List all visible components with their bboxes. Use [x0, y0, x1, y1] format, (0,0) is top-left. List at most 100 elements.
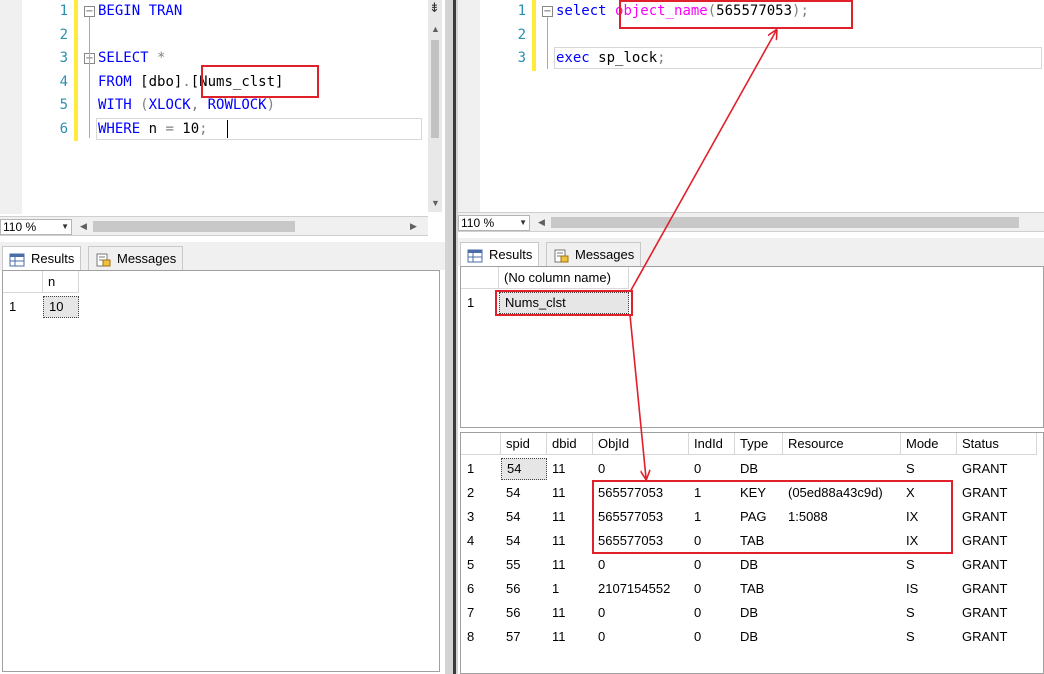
grid-cell[interactable]: 565577053 — [593, 505, 689, 529]
grid-cell[interactable]: IS — [901, 577, 957, 601]
grid-cell[interactable]: 56 — [501, 577, 547, 601]
grid-cell[interactable]: 0 — [689, 529, 735, 553]
grid-cell[interactable]: 0 — [689, 625, 735, 649]
grid-cell[interactable]: 11 — [547, 625, 593, 649]
left-results-grid[interactable]: n 1 10 — [2, 270, 440, 672]
left-query-editor[interactable]: 1−BEGIN TRAN23−SELECT *4FROM [dbo].[Nums… — [0, 0, 428, 214]
tab-messages[interactable]: Messages — [88, 246, 184, 270]
grid-cell[interactable]: S — [901, 553, 957, 577]
grid-cell[interactable]: GRANT — [957, 481, 1037, 505]
grid-cell[interactable]: 0 — [593, 457, 689, 481]
grid-cell[interactable]: DB — [735, 553, 783, 577]
grid-cell[interactable]: 0 — [593, 553, 689, 577]
grid-cell[interactable]: S — [901, 625, 957, 649]
column-header[interactable]: ObjId — [593, 433, 689, 455]
column-header[interactable]: Type — [735, 433, 783, 455]
grid-cell[interactable]: Nums_clst — [499, 292, 629, 314]
grid-cell[interactable] — [783, 625, 901, 649]
row-number[interactable]: 1 — [461, 291, 499, 315]
tab-messages[interactable]: Messages — [546, 242, 642, 266]
grid-cell[interactable]: 0 — [593, 625, 689, 649]
column-header[interactable]: Resource — [783, 433, 901, 455]
grid-cell[interactable]: DB — [735, 601, 783, 625]
row-number[interactable]: 1 — [3, 295, 43, 319]
row-number[interactable]: 6 — [461, 577, 501, 601]
scroll-thumb[interactable] — [431, 40, 439, 138]
column-header[interactable]: spid — [501, 433, 547, 455]
grid-cell[interactable]: 57 — [501, 625, 547, 649]
grid-cell[interactable]: TAB — [735, 529, 783, 553]
grid-cell[interactable]: GRANT — [957, 457, 1037, 481]
grid-cell[interactable]: 56 — [501, 601, 547, 625]
zoom-select[interactable]: 110 % ▼ — [0, 219, 72, 235]
grid-cell[interactable]: S — [901, 457, 957, 481]
grid-cell[interactable]: 55 — [501, 553, 547, 577]
column-header[interactable]: Mode — [901, 433, 957, 455]
grid-cell[interactable]: 0 — [593, 601, 689, 625]
grid-cell[interactable]: 0 — [689, 577, 735, 601]
grid-cell[interactable]: KEY — [735, 481, 783, 505]
grid-cell[interactable]: 1 — [689, 505, 735, 529]
left-editor-vscrollbar[interactable]: ⇟ ▲ ▼ — [428, 0, 442, 212]
grid-cell[interactable] — [783, 529, 901, 553]
grid-cell[interactable] — [783, 553, 901, 577]
split-icon[interactable]: ⇟ — [429, 0, 440, 16]
tab-results[interactable]: Results — [2, 246, 82, 270]
grid-cell[interactable]: 0 — [689, 553, 735, 577]
grid-cell[interactable]: 54 — [501, 481, 547, 505]
collapse-icon[interactable]: − — [84, 6, 95, 17]
scroll-right-icon[interactable]: ▶ — [410, 221, 417, 232]
grid-cell[interactable]: PAG — [735, 505, 783, 529]
grid-cell[interactable]: 10 — [43, 296, 79, 318]
grid-cell[interactable]: X — [901, 481, 957, 505]
row-number[interactable]: 1 — [461, 457, 501, 481]
grid-cell[interactable]: 2107154552 — [593, 577, 689, 601]
row-number[interactable]: 7 — [461, 601, 501, 625]
grid-cell[interactable]: GRANT — [957, 553, 1037, 577]
grid-cell[interactable]: (05ed88a43c9d) — [783, 481, 901, 505]
grid-cell[interactable]: GRANT — [957, 625, 1037, 649]
grid-cell[interactable]: 11 — [547, 553, 593, 577]
grid-cell[interactable]: TAB — [735, 577, 783, 601]
grid-cell[interactable]: 1 — [547, 577, 593, 601]
grid-cell[interactable]: 54 — [501, 505, 547, 529]
scroll-up-icon[interactable]: ▲ — [431, 24, 440, 34]
grid-cell[interactable]: 11 — [547, 505, 593, 529]
grid-cell[interactable]: 11 — [547, 601, 593, 625]
grid-cell[interactable]: IX — [901, 529, 957, 553]
grid-cell[interactable]: 54 — [501, 458, 547, 480]
horizontal-scroll-thumb[interactable] — [551, 217, 1019, 228]
row-number[interactable]: 4 — [461, 529, 501, 553]
tab-results[interactable]: Results — [460, 242, 540, 266]
row-number[interactable]: 5 — [461, 553, 501, 577]
grid-cell[interactable]: DB — [735, 625, 783, 649]
grid-cell[interactable] — [783, 577, 901, 601]
grid-cell[interactable]: 565577053 — [593, 529, 689, 553]
grid-cell[interactable]: 0 — [689, 457, 735, 481]
grid-cell[interactable]: 1 — [689, 481, 735, 505]
grid-cell[interactable]: 11 — [547, 481, 593, 505]
grid-cell[interactable]: GRANT — [957, 577, 1037, 601]
column-header[interactable]: IndId — [689, 433, 735, 455]
grid-cell[interactable]: 0 — [689, 601, 735, 625]
scroll-left-icon[interactable]: ◀ — [538, 217, 545, 228]
grid-cell[interactable]: IX — [901, 505, 957, 529]
horizontal-scroll-thumb[interactable] — [93, 221, 295, 232]
right-results-grid-sp-lock[interactable]: spid dbid ObjId IndId Type Resource Mode Status… — [460, 432, 1044, 674]
pane-splitter[interactable] — [445, 0, 458, 674]
grid-cell[interactable]: 54 — [501, 529, 547, 553]
column-header[interactable]: Status — [957, 433, 1037, 455]
row-number[interactable]: 8 — [461, 625, 501, 649]
right-query-editor[interactable]: 1− select object_name(565577053); 2 3 exec s… — [458, 0, 1044, 214]
grid-cell[interactable]: GRANT — [957, 601, 1037, 625]
grid-cell[interactable] — [783, 601, 901, 625]
grid-cell[interactable]: 1:5088 — [783, 505, 901, 529]
zoom-select[interactable]: 110 % ▼ — [458, 215, 530, 231]
scroll-down-icon[interactable]: ▼ — [431, 198, 440, 208]
grid-cell[interactable]: GRANT — [957, 505, 1037, 529]
grid-cell[interactable]: 565577053 — [593, 481, 689, 505]
column-header[interactable]: (No column name) — [499, 267, 629, 289]
grid-cell[interactable]: S — [901, 601, 957, 625]
column-header[interactable]: n — [43, 271, 79, 293]
grid-cell[interactable]: 11 — [547, 457, 593, 481]
